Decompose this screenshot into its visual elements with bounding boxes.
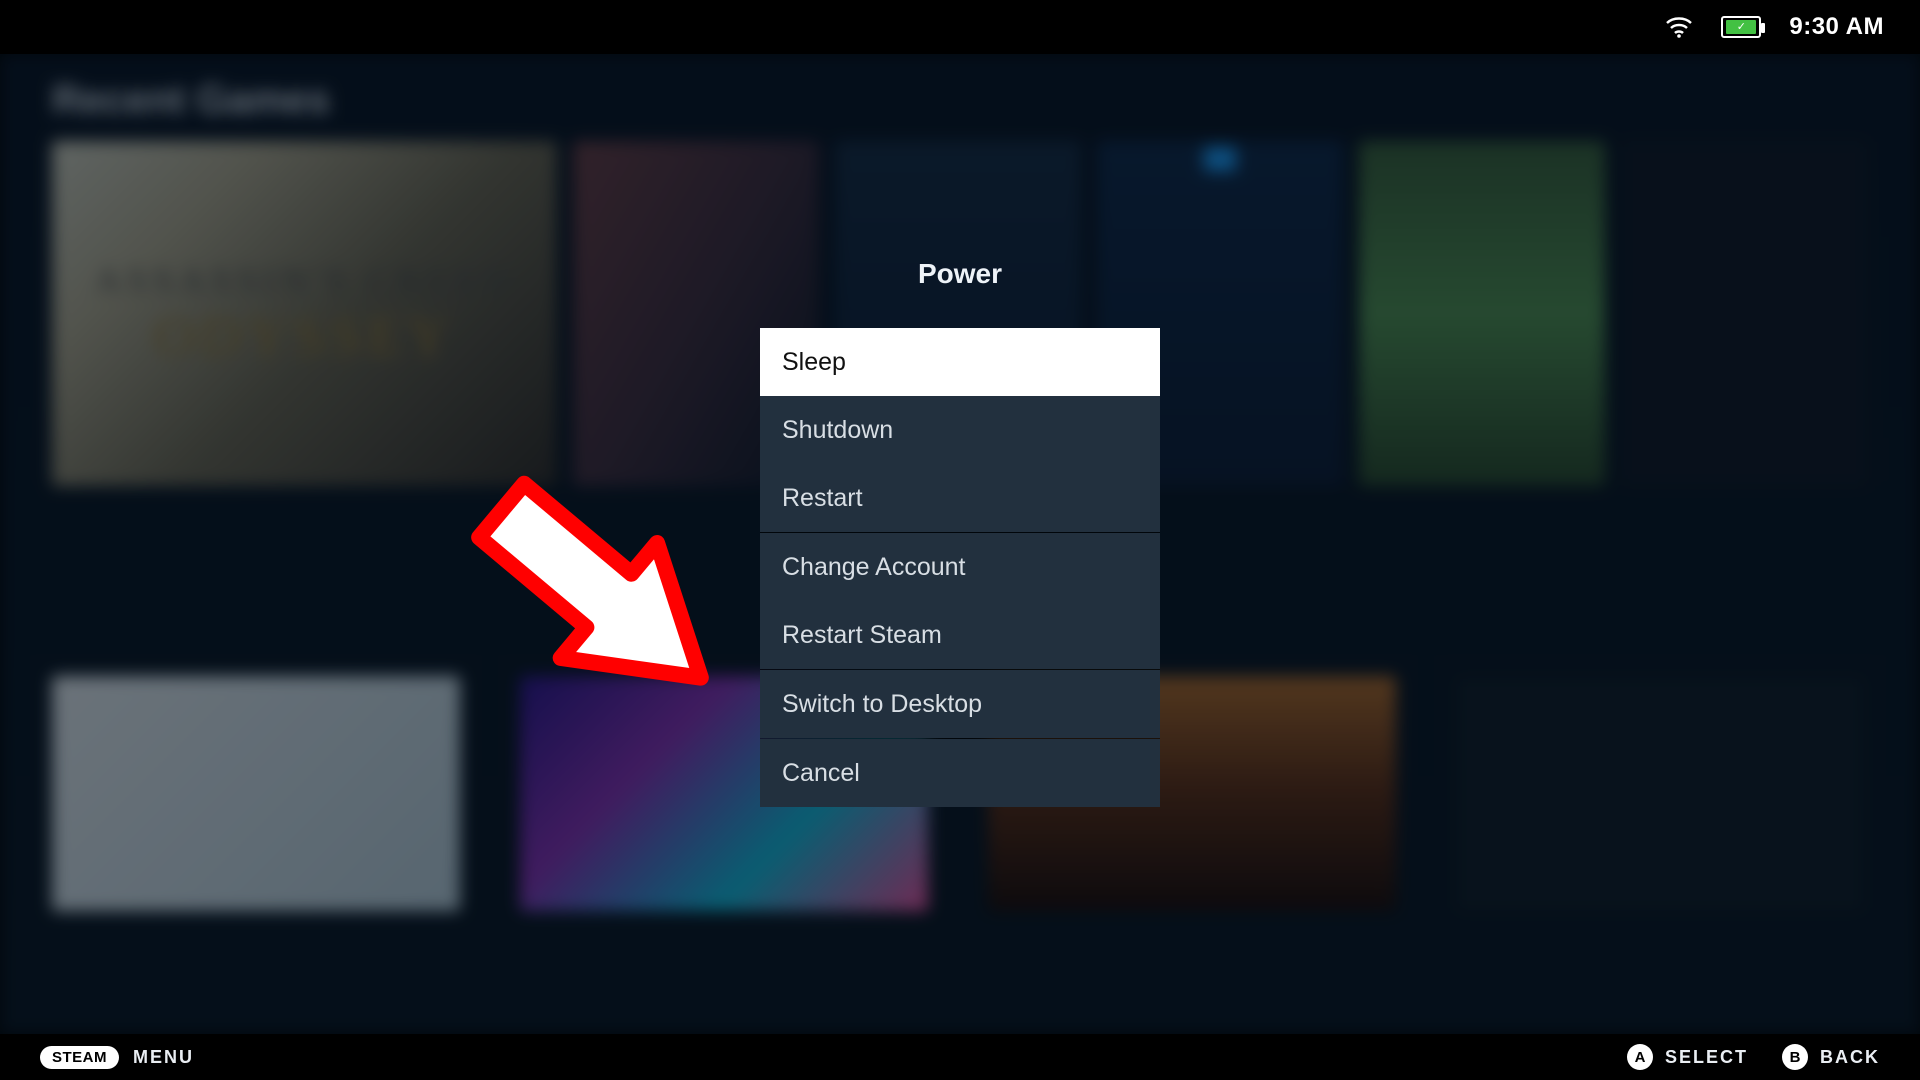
power-menu-item[interactable]: Change Account	[760, 533, 1160, 601]
power-menu-item[interactable]: Restart Steam	[760, 601, 1160, 669]
button-hint: A SELECT	[1627, 1044, 1748, 1070]
dialog-title: Power	[760, 258, 1160, 290]
clock: 9:30 AM	[1789, 13, 1884, 41]
power-menu-item[interactable]: Cancel	[760, 739, 1160, 807]
menu-separator	[760, 738, 1160, 739]
bottom-bar: STEAM MENU A SELECT B BACK	[0, 1034, 1920, 1080]
wifi-icon	[1665, 15, 1693, 39]
menu-label: MENU	[133, 1047, 194, 1068]
status-bar: ✓ 9:30 AM	[0, 0, 1920, 54]
button-hint-label: SELECT	[1665, 1047, 1748, 1068]
steam-pill: STEAM	[40, 1046, 119, 1069]
power-menu-item[interactable]: Switch to Desktop	[760, 670, 1160, 738]
power-menu-item[interactable]: Shutdown	[760, 396, 1160, 464]
power-menu-item[interactable]: Restart	[760, 464, 1160, 532]
button-hint-label: BACK	[1820, 1047, 1880, 1068]
button-glyph-icon: B	[1782, 1044, 1808, 1070]
button-hint: B BACK	[1782, 1044, 1880, 1070]
menu-separator	[760, 669, 1160, 670]
battery-icon: ✓	[1721, 16, 1761, 38]
power-dialog: Power SleepShutdownRestartChange Account…	[760, 258, 1160, 807]
menu-separator	[760, 532, 1160, 533]
steam-menu-hint[interactable]: STEAM MENU	[40, 1046, 194, 1069]
power-menu: SleepShutdownRestartChange AccountRestar…	[760, 328, 1160, 807]
button-glyph-icon: A	[1627, 1044, 1653, 1070]
power-menu-item[interactable]: Sleep	[760, 328, 1160, 396]
